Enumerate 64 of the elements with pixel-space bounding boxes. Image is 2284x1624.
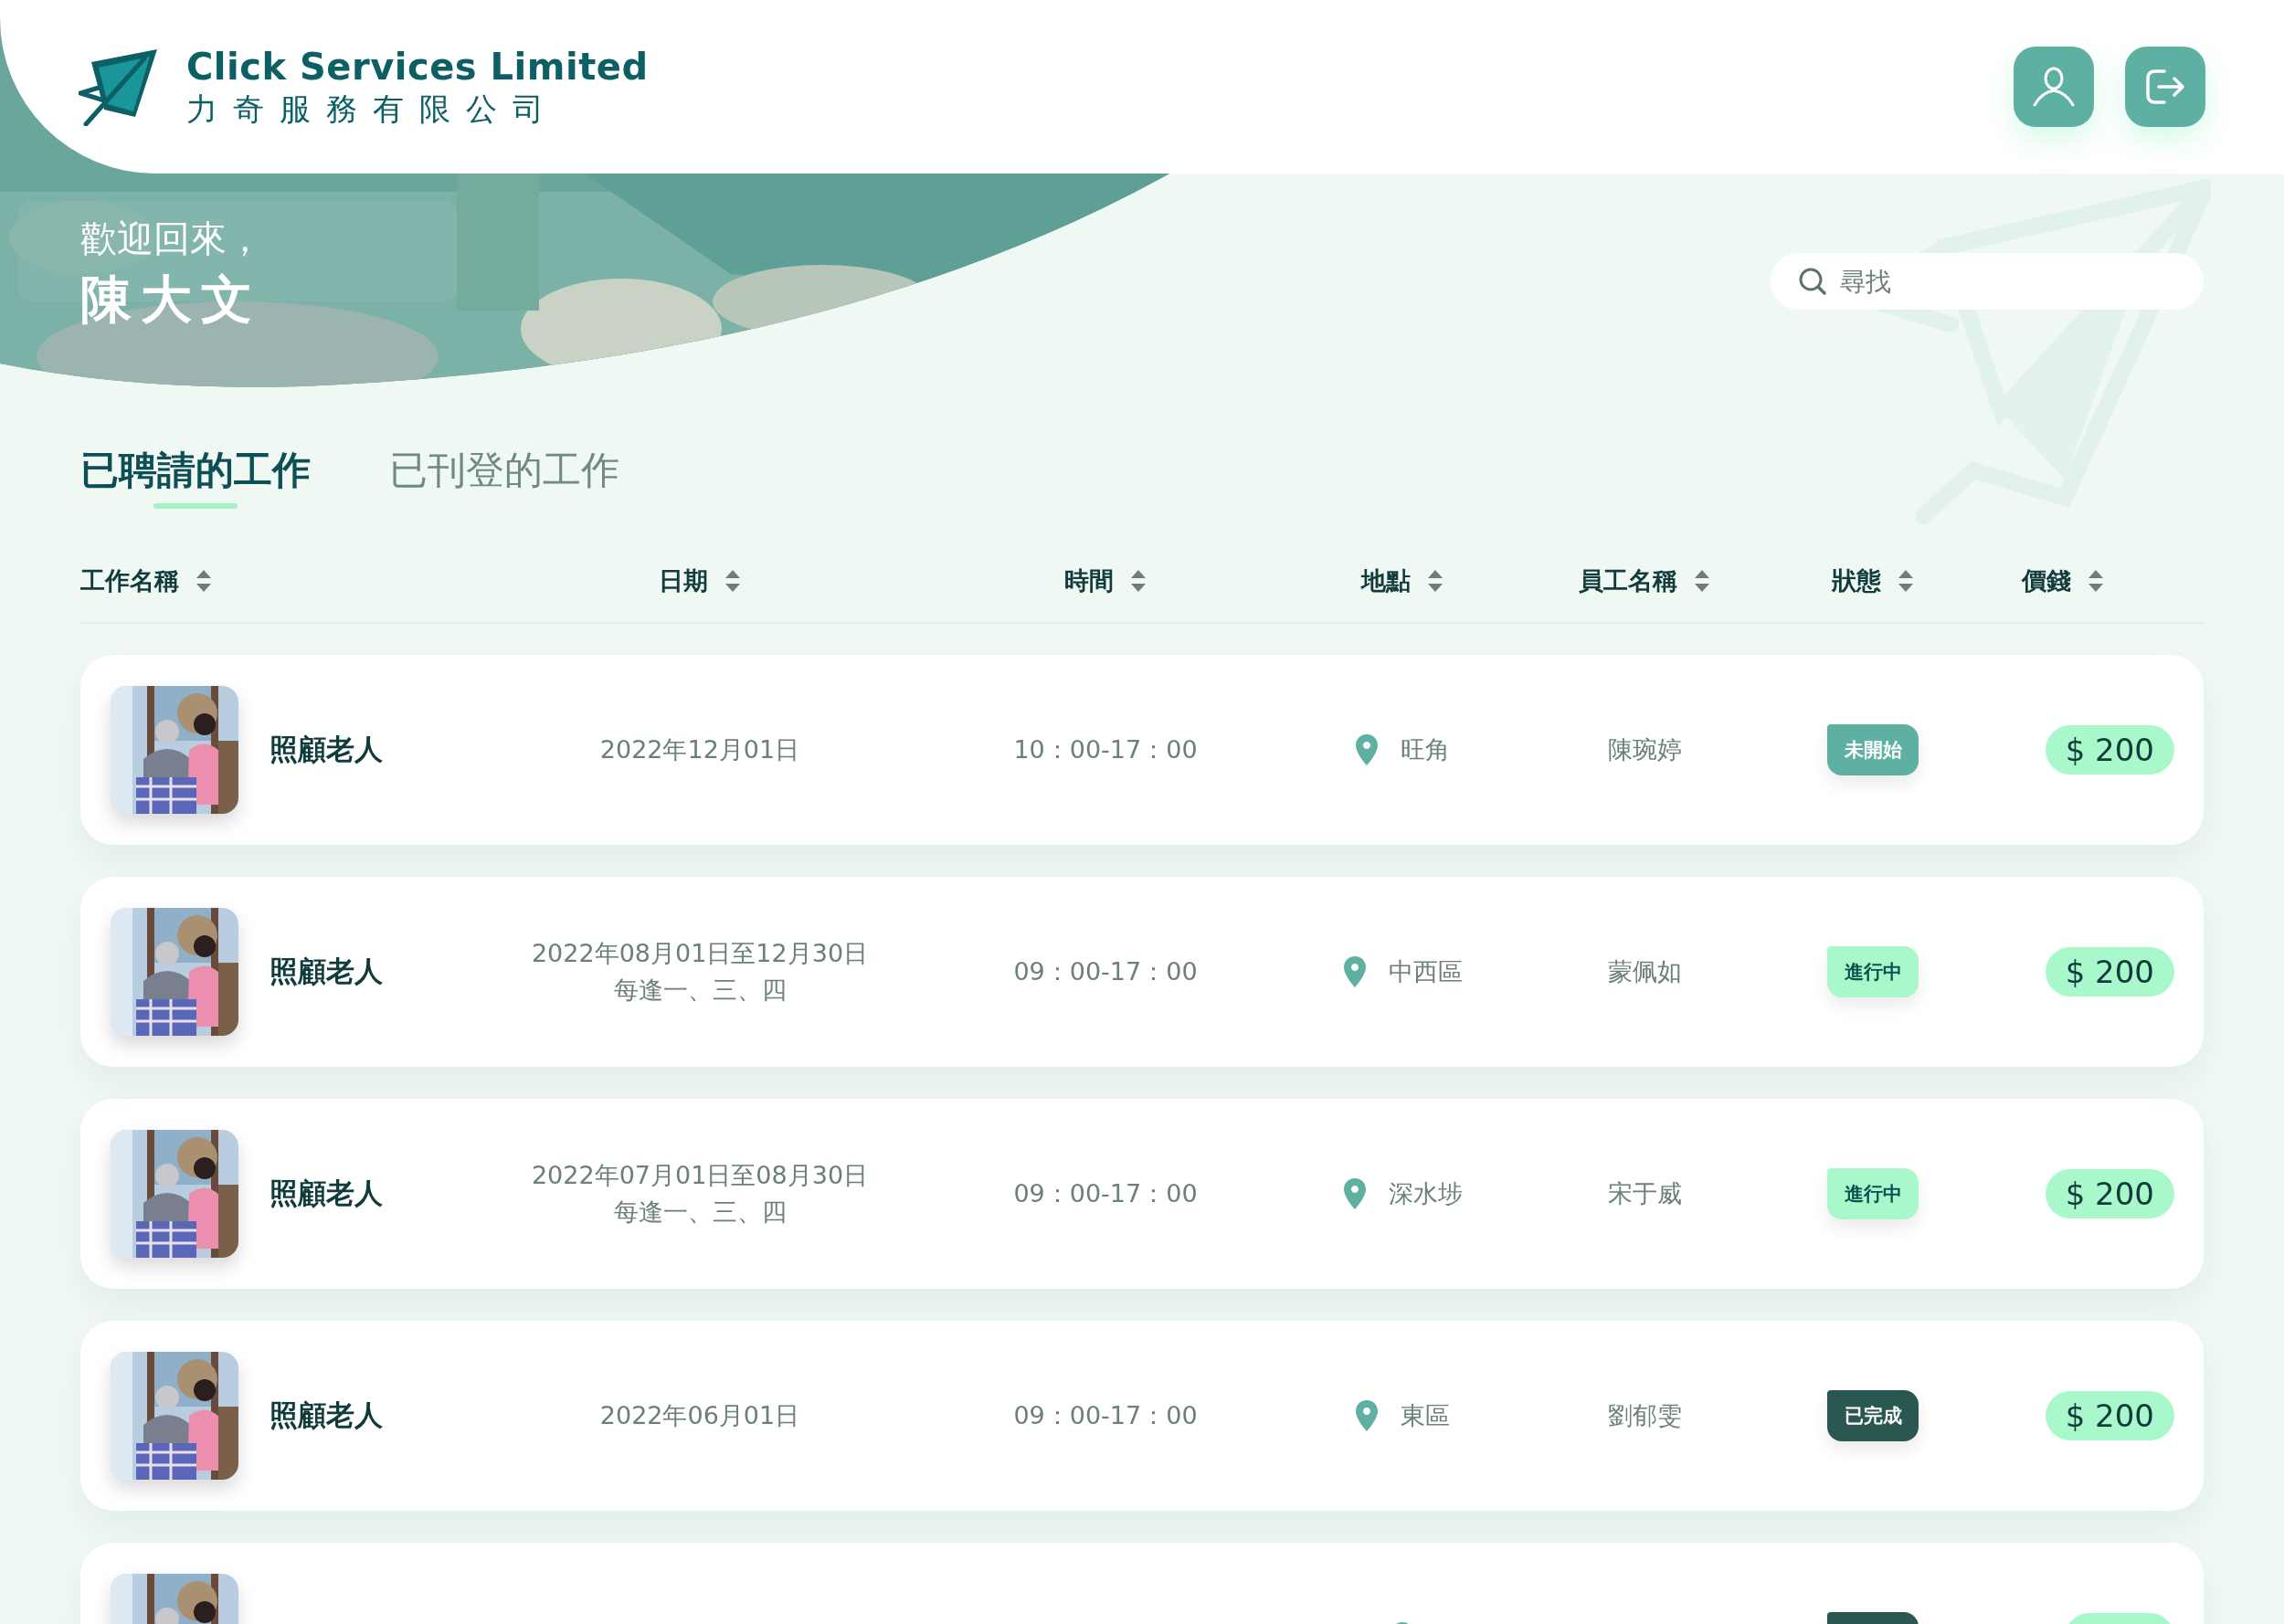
job-card[interactable]: 照顧老人 2022年08月01日至12月30日 每逢一、三、四 09：00-17：00 中西區 蒙佩如 進行中 $ 200 — [80, 877, 2204, 1067]
job-date: 2022年12月01日 — [599, 734, 800, 765]
logout-button[interactable] — [2125, 47, 2205, 127]
price-tag: $ 200 — [2045, 947, 2174, 997]
sort-icon[interactable] — [196, 569, 212, 593]
location-pin-icon — [1355, 1399, 1379, 1432]
location-pin-icon — [1342, 1177, 1367, 1210]
job-date: 2022年08月01日至12月30日 — [531, 938, 869, 969]
job-card[interactable]: 照顧老人 2022年12月01日 10：00-17：00 旺角 陳琬婷 未開始 $ 200 — [80, 655, 2204, 845]
sort-icon[interactable] — [1427, 569, 1443, 593]
brand-name: Click Services Limited — [186, 45, 649, 89]
column-header: 時間 — [1064, 565, 1114, 596]
tab[interactable]: 已聘請的工作 — [80, 445, 311, 509]
column-header: 狀態 — [1832, 565, 1881, 596]
employee-name: 劉郁雯 — [1607, 1400, 1682, 1431]
column-header: 價錢 — [2022, 565, 2071, 596]
job-name: 照顧老人 — [270, 732, 383, 767]
employee-name: 宋于威 — [1607, 1178, 1682, 1209]
price-tag: $ 200 — [2045, 1169, 2174, 1218]
job-time: 09：00-17：00 — [1013, 956, 1198, 987]
status-badge: 未開始 — [1827, 724, 1919, 775]
job-card[interactable]: 照顧老人 2022年07月01日至08月30日 每逢一、三、四 09：00-17：00 深水埗 宋于威 進行中 $ 200 — [80, 1099, 2204, 1289]
logout-icon — [2144, 68, 2186, 106]
job-card[interactable]: 照顧老人 2022年06月01日 09：00-17：00 東區 劉郁雯 已完成 $ 200 — [80, 1321, 2204, 1511]
status-badge: 已完成 — [1827, 1390, 1919, 1441]
sort-icon[interactable] — [1130, 569, 1147, 593]
brand-name-chinese: 力奇服務有限公司 — [186, 90, 560, 129]
job-location: 深水埗 — [1388, 1178, 1463, 1209]
price-tag: $ 200 — [2045, 725, 2174, 775]
welcome-greeting: 歡迎回來， — [80, 216, 263, 261]
job-location: 旺角 — [1401, 734, 1450, 765]
paper-plane-logo-icon — [79, 47, 159, 126]
status-badge: 進行中 — [1827, 946, 1919, 997]
price-tag: $ 200 — [2045, 1391, 2174, 1440]
sort-icon[interactable] — [724, 569, 741, 593]
sort-icon[interactable] — [2088, 569, 2104, 593]
job-location: 東區 — [1401, 1400, 1450, 1431]
job-date: 每逢一、三、四 — [613, 975, 787, 1006]
column-header: 地點 — [1361, 565, 1411, 596]
sort-icon[interactable] — [1898, 569, 1914, 593]
job-name: 照顧老人 — [270, 1397, 383, 1433]
location-pin-icon — [1355, 733, 1379, 766]
profile-button[interactable] — [2014, 47, 2094, 127]
location-pin-icon — [1342, 955, 1367, 988]
column-header: 日期 — [659, 565, 708, 596]
job-name: 照顧老人 — [270, 1176, 383, 1211]
sort-icon[interactable] — [1694, 569, 1710, 593]
column-header: 工作名稱 — [80, 565, 179, 596]
job-date: 2022年07月01日至08月30日 — [531, 1160, 869, 1191]
search-icon — [1798, 267, 1827, 296]
column-header: 員工名稱 — [1579, 565, 1677, 596]
user-name: 陳大文 — [80, 269, 261, 331]
job-date: 2022年06月01日 — [599, 1400, 800, 1431]
job-time: 10：00-17：00 — [1013, 734, 1198, 765]
job-date: 每逢一、三、四 — [613, 1197, 787, 1228]
job-time: 09：00-17：00 — [1013, 1178, 1198, 1209]
status-badge: 進行中 — [1827, 1168, 1919, 1219]
user-icon — [2033, 67, 2075, 107]
job-name: 照顧老人 — [270, 954, 383, 989]
search-field[interactable]: 尋找 — [1771, 253, 2204, 310]
employee-name: 蒙佩如 — [1607, 956, 1682, 987]
job-time: 09：00-17：00 — [1013, 1400, 1198, 1431]
job-location: 中西區 — [1388, 956, 1463, 987]
employee-name: 陳琬婷 — [1607, 734, 1682, 765]
